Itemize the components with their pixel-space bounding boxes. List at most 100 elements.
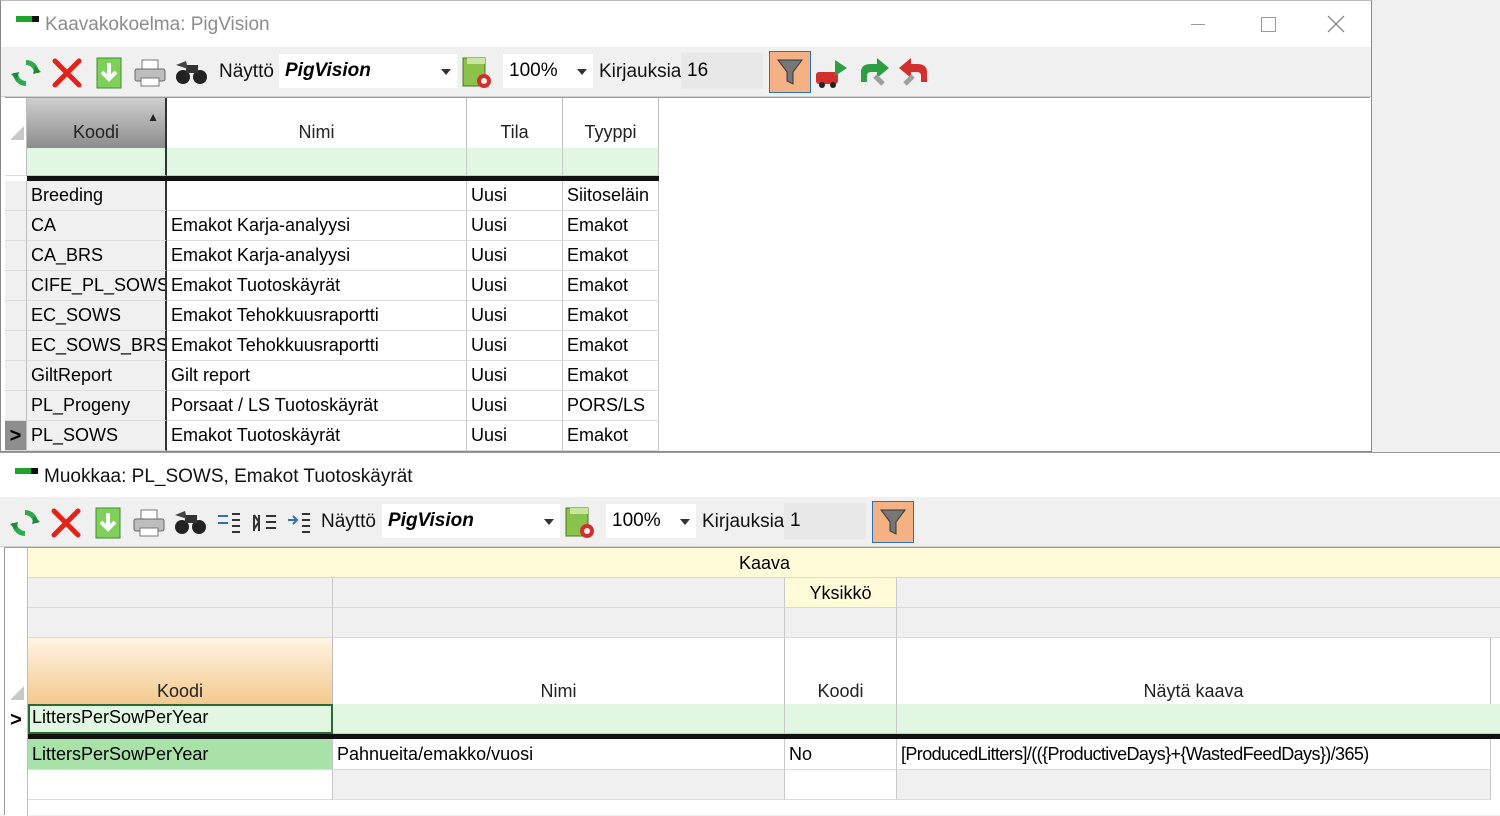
table-cell-tyyppi[interactable]: Emakot — [563, 331, 659, 361]
display-select[interactable]: PigVision — [381, 503, 561, 539]
table-cell-koodi[interactable]: CA — [27, 211, 167, 241]
filter-cell-koodi[interactable] — [27, 148, 167, 176]
table-cell-tila[interactable]: Uusi — [467, 211, 563, 241]
maximize-button[interactable] — [1233, 1, 1303, 47]
new-row-cell[interactable] — [28, 770, 333, 800]
refresh-icon[interactable] — [6, 504, 44, 542]
binoculars-icon[interactable] — [173, 54, 211, 92]
table-cell-koodi[interactable]: EC_SOWS — [27, 301, 167, 331]
table-cell-koodi[interactable]: CIFE_PL_SOWS — [27, 271, 167, 301]
table-cell-tyyppi[interactable]: Emakot — [563, 361, 659, 391]
row-header[interactable] — [5, 331, 27, 361]
filter-cell-tila[interactable] — [467, 148, 563, 176]
table-cell-nimi[interactable]: Pahnueita/emakko/vuosi — [333, 739, 785, 770]
filter-cell-nayta-kaava[interactable] — [897, 704, 1500, 734]
column-header-unit-koodi[interactable]: Koodi — [785, 638, 897, 704]
grid-corner[interactable] — [5, 98, 27, 148]
filter-cell-koodi[interactable]: LittersPerSowPerYear — [28, 704, 333, 734]
band-kaava: Kaava — [28, 548, 1500, 578]
row-header[interactable] — [5, 181, 27, 211]
table-cell-tila[interactable]: Uusi — [467, 241, 563, 271]
row-header[interactable] — [5, 271, 27, 301]
column-header-nimi[interactable]: Nimi — [167, 98, 467, 148]
export-arrow-icon[interactable] — [896, 54, 934, 92]
column-header-tila[interactable]: Tila — [467, 98, 563, 148]
row-header[interactable] — [5, 361, 27, 391]
table-cell-tyyppi[interactable]: Emakot — [563, 301, 659, 331]
save-icon[interactable] — [90, 54, 128, 92]
column-header-tyyppi[interactable]: Tyyppi — [563, 98, 659, 148]
table-cell-unit-koodi[interactable]: No — [785, 739, 897, 770]
table-cell-koodi[interactable]: PL_SOWS — [27, 421, 167, 451]
minimize-button[interactable] — [1163, 1, 1233, 47]
select-all-icon[interactable] — [8, 684, 26, 702]
table-cell-nimi[interactable]: Emakot Karja-analyysi — [167, 241, 467, 271]
table-cell-formula[interactable]: [ProducedLitters]/(({ProductiveDays}+{Wa… — [897, 739, 1491, 770]
current-row-indicator[interactable]: > — [5, 421, 27, 451]
refresh-icon[interactable] — [7, 54, 45, 92]
binoculars-icon[interactable] — [172, 504, 210, 542]
table-cell-tila[interactable]: Uusi — [467, 271, 563, 301]
table-cell-tila[interactable]: Uusi — [467, 391, 563, 421]
table-cell-nimi[interactable] — [167, 181, 467, 211]
column-header-koodi[interactable]: Koodi ▲ — [27, 98, 167, 148]
column-header-label: Koodi — [156, 681, 204, 701]
table-cell-nimi[interactable]: Emakot Karja-analyysi — [167, 211, 467, 241]
table-cell-koodi[interactable]: EC_SOWS_BRS — [27, 331, 167, 361]
table-cell-tyyppi[interactable]: Emakot — [563, 241, 659, 271]
column-header-nayta-kaava[interactable]: Näytä kaava — [897, 638, 1491, 704]
print-icon[interactable] — [131, 54, 169, 92]
filter-cell-unit-koodi[interactable] — [785, 704, 897, 734]
table-cell-koodi[interactable]: LittersPerSowPerYear — [28, 739, 333, 770]
display-select[interactable]: PigVision — [278, 53, 458, 89]
insert-row-icon[interactable] — [210, 504, 248, 542]
row-header[interactable] — [5, 241, 27, 271]
filter-cell-tyyppi[interactable] — [563, 148, 659, 176]
table-cell-tyyppi[interactable]: Emakot — [563, 211, 659, 241]
zoom-select[interactable]: 100% — [502, 53, 594, 89]
new-row-cell[interactable] — [785, 770, 897, 800]
settings-book-icon[interactable] — [561, 504, 599, 542]
table-cell-tyyppi[interactable]: Emakot — [563, 421, 659, 451]
table-cell-koodi[interactable]: CA_BRS — [27, 241, 167, 271]
table-cell-nimi[interactable]: Gilt report — [167, 361, 467, 391]
table-cell-nimi[interactable]: Emakot Tehokkuusraportti — [167, 331, 467, 361]
append-row-icon[interactable] — [280, 504, 318, 542]
column-header-nimi[interactable]: Nimi — [333, 638, 785, 704]
delete-icon[interactable] — [47, 504, 85, 542]
table-cell-tyyppi[interactable]: PORS/LS — [563, 391, 659, 421]
zoom-select[interactable]: 100% — [605, 503, 697, 539]
row-header[interactable] — [5, 391, 27, 421]
import-arrow-icon[interactable] — [854, 54, 892, 92]
close-button[interactable] — [1301, 1, 1371, 47]
table-cell-tila[interactable]: Uusi — [467, 181, 563, 211]
filter-cell-nimi[interactable] — [333, 704, 785, 734]
filter-cell-nimi[interactable] — [167, 148, 467, 176]
column-header-koodi[interactable]: Koodi — [28, 638, 333, 704]
table-cell-nimi[interactable]: Porsaat / LS Tuotoskäyrät — [167, 391, 467, 421]
edit-columns-icon[interactable] — [246, 504, 284, 542]
table-cell-nimi[interactable]: Emakot Tuotoskäyrät — [167, 271, 467, 301]
row-header[interactable] — [5, 301, 27, 331]
print-icon[interactable] — [130, 504, 168, 542]
table-cell-tyyppi[interactable]: Siitoseläin — [563, 181, 659, 211]
settings-book-icon[interactable] — [458, 54, 496, 92]
table-cell-tila[interactable]: Uusi — [467, 301, 563, 331]
new-row-cell[interactable] — [333, 770, 785, 800]
new-row-cell[interactable] — [897, 770, 1491, 800]
delete-icon[interactable] — [48, 54, 86, 92]
row-header[interactable] — [5, 211, 27, 241]
table-cell-koodi[interactable]: GiltReport — [27, 361, 167, 391]
filter-button[interactable] — [872, 501, 914, 543]
table-cell-tyyppi[interactable]: Emakot — [563, 271, 659, 301]
save-icon[interactable] — [89, 504, 127, 542]
table-cell-tila[interactable]: Uusi — [467, 421, 563, 451]
table-cell-koodi[interactable]: PL_Progeny — [27, 391, 167, 421]
table-cell-nimi[interactable]: Emakot Tuotoskäyrät — [167, 421, 467, 451]
table-cell-tila[interactable]: Uusi — [467, 331, 563, 361]
table-cell-nimi[interactable]: Emakot Tehokkuusraportti — [167, 301, 467, 331]
transfer-car-icon[interactable] — [813, 54, 851, 92]
filter-button[interactable] — [769, 51, 811, 93]
table-cell-koodi[interactable]: Breeding — [27, 181, 167, 211]
table-cell-tila[interactable]: Uusi — [467, 361, 563, 391]
